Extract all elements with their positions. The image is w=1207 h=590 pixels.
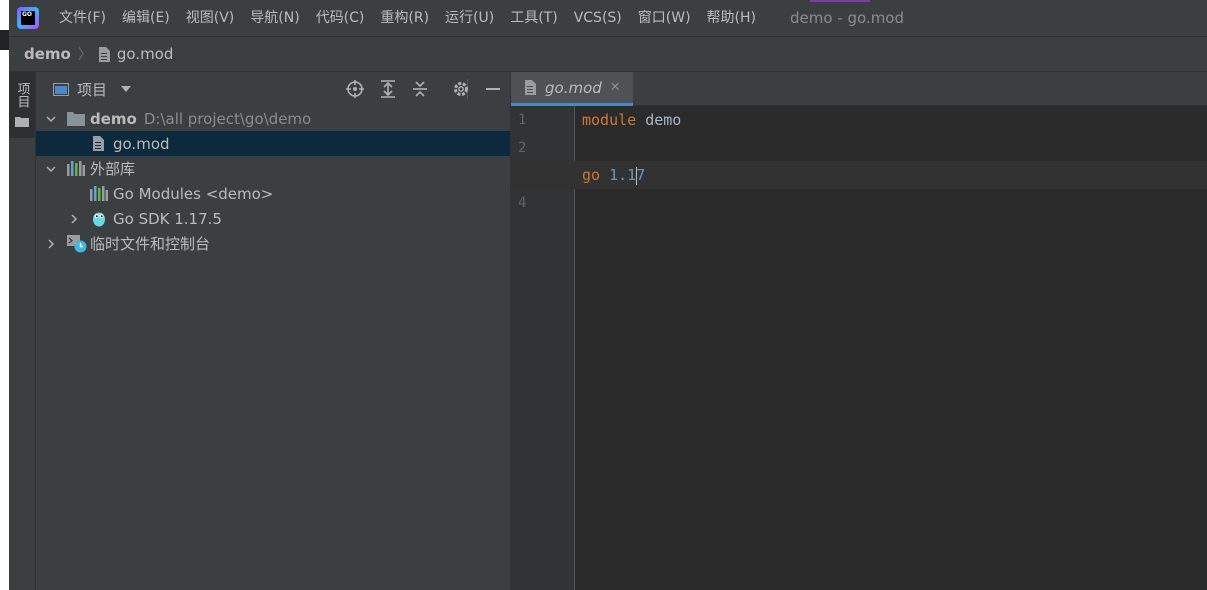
tab-label: go.mod (545, 78, 602, 97)
chevron-right-icon[interactable] (69, 213, 79, 224)
window-edge (0, 0, 9, 590)
tree-item-demo[interactable]: demo D:\all project\go\demo (36, 106, 510, 131)
chevron-down-icon[interactable] (46, 164, 56, 174)
project-panel-header: 项目 (36, 72, 510, 106)
goland-logo-icon: GO (17, 7, 39, 29)
title-accent-bar (810, 0, 870, 2)
menu-code[interactable]: 代码(C) (308, 0, 373, 36)
tree-item-demo-name: demo (90, 109, 137, 128)
project-tree: demo D:\all project\go\demo go.mod 外部库 G… (36, 106, 510, 256)
keyword-go: go (582, 166, 601, 184)
line-number: 1 (518, 112, 527, 128)
file-icon (525, 80, 536, 95)
folder-icon (67, 112, 85, 126)
editor-tabbar: go.mod ✕ (511, 72, 1207, 106)
tool-window-stripe: 项目 (9, 72, 36, 590)
tree-item-external-libraries[interactable]: 外部库 (36, 156, 510, 181)
tree-item-go-sdk-label: Go SDK 1.17.5 (113, 209, 222, 228)
minimize-icon[interactable] (484, 80, 502, 98)
breadcrumb-root[interactable]: demo (24, 45, 71, 63)
go-version-part-1: 1.1 (609, 166, 637, 184)
module-name: demo (645, 111, 682, 129)
menubar: GO 文件(F) 编辑(E) 视图(V) 导航(N) 代码(C) 重构(R) 运… (9, 0, 1207, 36)
menu-navigate[interactable]: 导航(N) (242, 0, 307, 36)
line-number: 4 (518, 195, 527, 211)
project-window-icon (53, 82, 69, 96)
locate-icon[interactable] (346, 80, 364, 98)
gear-icon[interactable] (452, 80, 470, 98)
line-number: 2 (518, 140, 527, 156)
tab-go-mod[interactable]: go.mod ✕ (511, 72, 633, 106)
file-icon (93, 136, 104, 151)
code-area[interactable]: module demo go 1.17 (511, 106, 1207, 590)
tree-item-external-libraries-label: 外部库 (90, 160, 136, 178)
chevron-down-icon[interactable] (121, 86, 132, 92)
code-line-1: module demo (582, 111, 681, 129)
tree-item-scratches[interactable]: 临时文件和控制台 (36, 231, 510, 256)
breadcrumb: demo 〉 go.mod (9, 36, 1207, 72)
go-version-part-2: 7 (636, 166, 646, 184)
menu-help[interactable]: 帮助(H) (699, 0, 764, 36)
menu-vcs[interactable]: VCS(S) (566, 0, 630, 36)
tree-item-go-modules-label: Go Modules <demo> (113, 184, 274, 203)
editor: go.mod ✕ 1 2 3 4 module demo go 1.17 (511, 72, 1207, 590)
library-icon (90, 186, 108, 201)
collapse-all-icon[interactable] (411, 80, 429, 98)
menu-run[interactable]: 运行(U) (437, 0, 502, 36)
expand-all-icon[interactable] (379, 80, 397, 98)
file-icon (98, 46, 110, 62)
tree-item-go-sdk[interactable]: Go SDK 1.17.5 (36, 206, 510, 231)
keyword-module: module (582, 111, 637, 129)
menu-view[interactable]: 视图(V) (178, 0, 243, 36)
library-icon (67, 161, 85, 176)
menu-file[interactable]: 文件(F) (51, 0, 114, 36)
breadcrumb-separator-icon: 〉 (77, 47, 92, 63)
menu-tools[interactable]: 工具(T) (502, 0, 565, 36)
window-title: demo - go.mod (790, 9, 905, 27)
tree-item-go-modules[interactable]: Go Modules <demo> (36, 181, 510, 206)
folder-icon (15, 117, 29, 127)
edge-shadow (0, 30, 9, 50)
tree-item-demo-path: D:\all project\go\demo (143, 109, 312, 128)
tree-item-go-mod-label: go.mod (113, 134, 170, 153)
stripe-project-button[interactable]: 项目 (9, 72, 35, 138)
stripe-project-label: 项目 (14, 82, 30, 108)
gopher-icon (93, 212, 105, 227)
chevron-down-icon[interactable] (46, 114, 56, 124)
close-icon[interactable]: ✕ (610, 80, 621, 95)
project-panel: 项目 demo D:\all project\go\demo go.mod 外部… (36, 72, 511, 590)
chevron-right-icon[interactable] (46, 238, 56, 249)
tree-item-go-mod[interactable]: go.mod (36, 131, 510, 156)
scratch-console-icon (67, 235, 87, 253)
menu-window[interactable]: 窗口(W) (630, 0, 699, 36)
tree-item-demo-label: demo D:\all project\go\demo (90, 110, 311, 128)
project-panel-title[interactable]: 项目 (77, 79, 107, 100)
menu-edit[interactable]: 编辑(E) (114, 0, 178, 36)
tree-item-scratches-label: 临时文件和控制台 (90, 235, 211, 253)
breadcrumb-file[interactable]: go.mod (117, 45, 174, 63)
menu-refactor[interactable]: 重构(R) (372, 0, 437, 36)
code-line-3: go 1.17 (582, 166, 645, 185)
